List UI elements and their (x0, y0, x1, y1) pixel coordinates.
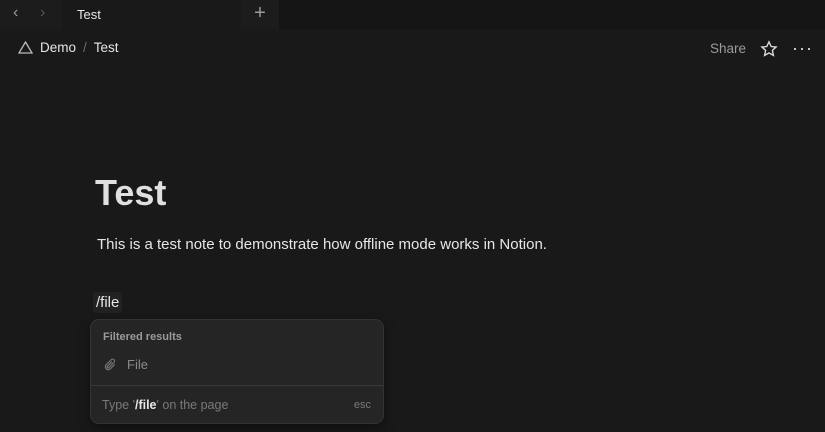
workspace-triangle-icon (18, 41, 33, 54)
footer-suffix: ' on the page (156, 398, 229, 412)
forward-icon[interactable]: › (40, 4, 45, 22)
esc-hint[interactable]: esc (354, 399, 371, 411)
page-paragraph[interactable]: This is a test note to demonstrate how o… (97, 236, 547, 253)
menu-item-label: File (127, 357, 148, 372)
tab-bar: ‹ › Test + (0, 0, 825, 29)
menu-divider (91, 385, 383, 386)
tab-label: Test (77, 7, 101, 22)
menu-item-file[interactable]: File (103, 357, 148, 372)
page-title[interactable]: Test (95, 172, 166, 214)
footer-command: /file (134, 398, 157, 412)
slash-command-menu: Filtered results File Type '/file' on th… (91, 320, 383, 423)
back-icon[interactable]: ‹ (13, 4, 18, 22)
topbar-actions: Share ··· (710, 38, 813, 59)
new-tab-plus-icon[interactable]: + (241, 0, 279, 29)
nav-buttons: ‹ › (0, 0, 62, 29)
tab-test[interactable]: Test (62, 0, 241, 29)
footer-prefix: Type ' (102, 398, 135, 412)
menu-footer: Type '/file' on the page (102, 398, 228, 412)
paperclip-icon (104, 358, 116, 370)
star-icon[interactable] (760, 39, 778, 58)
breadcrumb-separator: / (83, 40, 87, 55)
breadcrumb-workspace[interactable]: Demo (40, 40, 76, 55)
share-button[interactable]: Share (710, 41, 746, 56)
menu-header: Filtered results (103, 331, 182, 343)
slash-command-input[interactable]: /file (93, 292, 123, 313)
breadcrumb: Demo / Test (18, 40, 119, 55)
breadcrumb-page[interactable]: Test (94, 40, 119, 55)
more-icon[interactable]: ··· (792, 38, 813, 59)
